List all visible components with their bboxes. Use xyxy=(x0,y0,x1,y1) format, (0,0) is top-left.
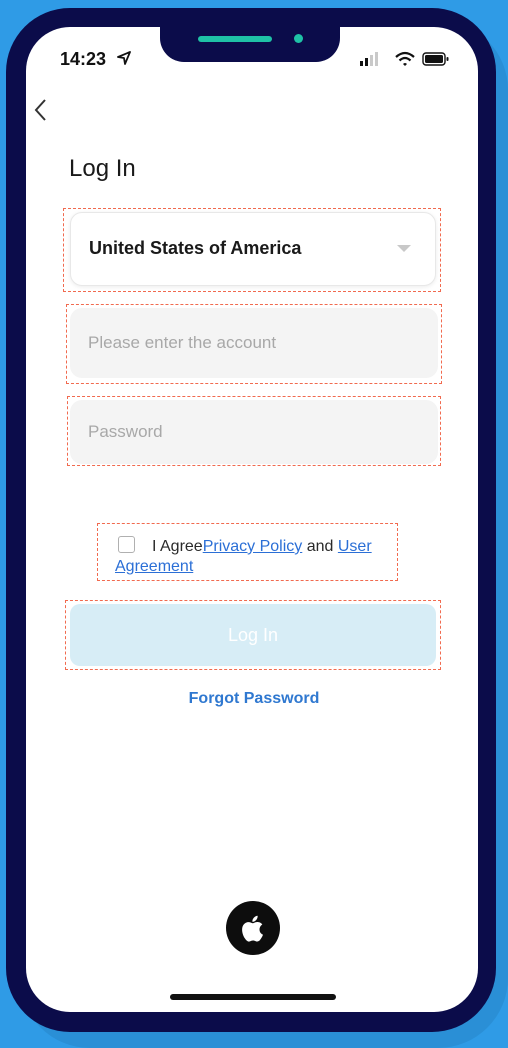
login-button[interactable]: Log In xyxy=(70,604,436,666)
country-select[interactable]: United States of America xyxy=(70,212,436,286)
phone-notch xyxy=(160,8,340,62)
battery-icon xyxy=(422,52,449,66)
agreement-text-line1: I AgreePrivacy Policy and User xyxy=(152,536,372,558)
user-agreement-link-part1[interactable]: User xyxy=(338,538,372,555)
agreement-text-line2: Agreement xyxy=(115,556,193,578)
notch-camera xyxy=(294,34,303,43)
agreement-row: I AgreePrivacy Policy and User Agreement xyxy=(100,526,396,578)
location-arrow-icon xyxy=(117,51,131,65)
country-select-value: United States of America xyxy=(89,238,302,258)
page-title: Log In xyxy=(69,155,136,182)
password-input[interactable] xyxy=(70,400,438,464)
status-icons xyxy=(360,51,449,66)
agree-prefix: I Agree xyxy=(152,538,203,555)
apple-logo-icon xyxy=(242,915,263,942)
agree-conjunction: and xyxy=(302,538,338,555)
agree-checkbox[interactable] xyxy=(118,536,135,553)
apple-signin-button[interactable] xyxy=(226,901,280,955)
notch-speaker xyxy=(198,36,272,42)
status-time: 14:23 xyxy=(60,49,107,69)
account-input[interactable] xyxy=(70,308,438,378)
signal-icon xyxy=(360,52,378,66)
user-agreement-link-part2[interactable]: Agreement xyxy=(115,558,193,575)
home-indicator xyxy=(170,994,336,1000)
wifi-icon xyxy=(395,51,415,66)
privacy-policy-link[interactable]: Privacy Policy xyxy=(203,538,303,555)
forgot-password-link[interactable]: Forgot Password xyxy=(0,690,508,708)
chevron-left-icon[interactable] xyxy=(30,96,52,124)
caret-down-icon xyxy=(397,245,411,252)
